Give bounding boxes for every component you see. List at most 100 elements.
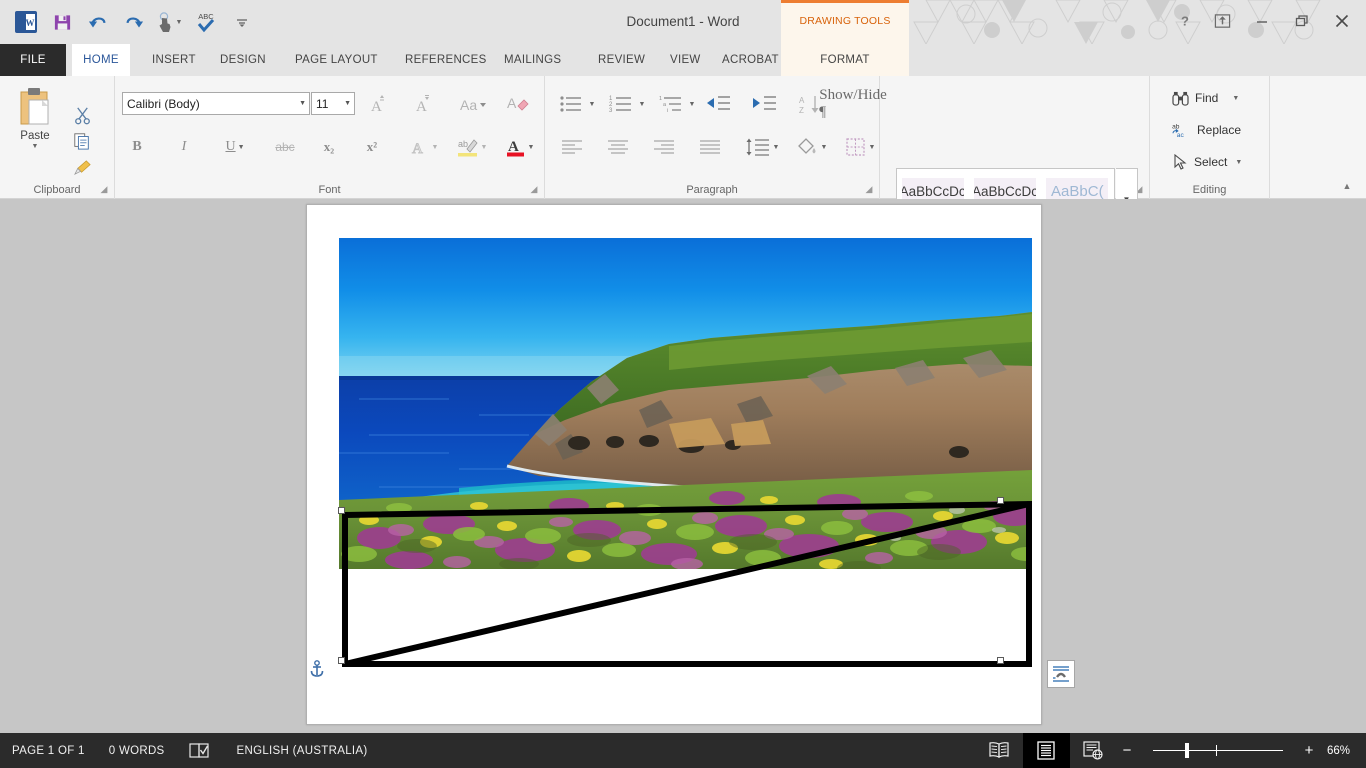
tab-review[interactable]: REVIEW: [586, 44, 657, 76]
close-icon[interactable]: [1322, 6, 1362, 36]
shrink-font-button[interactable]: A: [407, 91, 435, 116]
paste-button[interactable]: Paste ▼: [8, 82, 62, 172]
font-color-button[interactable]: A ▼: [500, 134, 540, 160]
zoom-in-button[interactable]: +: [1299, 742, 1319, 759]
chevron-down-icon[interactable]: ▼: [344, 93, 351, 114]
select-button[interactable]: Select ▼: [1168, 149, 1250, 175]
chevron-down-icon[interactable]: ▼: [689, 101, 696, 108]
document-workspace[interactable]: [0, 199, 1366, 733]
resize-handle-top-right[interactable]: [997, 497, 1004, 504]
format-painter-button[interactable]: [68, 154, 96, 180]
strikethrough-button[interactable]: abc: [269, 134, 301, 160]
align-left-button[interactable]: [555, 134, 589, 160]
word-count[interactable]: 0 WORDS: [97, 733, 177, 768]
zoom-slider[interactable]: [1143, 733, 1293, 768]
chevron-down-icon[interactable]: ▼: [821, 144, 828, 151]
save-icon[interactable]: [44, 5, 80, 39]
underline-button[interactable]: U ▼: [215, 134, 255, 160]
tab-home[interactable]: HOME: [72, 44, 130, 76]
minimize-icon[interactable]: [1242, 6, 1282, 36]
zoom-level[interactable]: 66%: [1319, 745, 1366, 757]
resize-handle-bottom-right[interactable]: [997, 657, 1004, 664]
tab-design[interactable]: DESIGN: [208, 44, 278, 76]
copy-button[interactable]: [68, 128, 96, 154]
chevron-down-icon[interactable]: ▼: [1235, 159, 1242, 166]
document-page[interactable]: [306, 204, 1042, 725]
shading-button[interactable]: ▼: [790, 134, 832, 160]
zoom-slider-thumb[interactable]: [1185, 743, 1189, 758]
font-size-input[interactable]: 11 ▼: [311, 92, 355, 115]
center-button[interactable]: [601, 134, 635, 160]
bullets-button[interactable]: ▼: [555, 91, 599, 117]
change-case-button[interactable]: Aa: [455, 91, 491, 116]
chevron-down-icon[interactable]: ▼: [639, 101, 646, 108]
replace-button[interactable]: ab ac Replace: [1168, 117, 1260, 143]
resize-handle-bottom-left[interactable]: [338, 657, 345, 664]
text-effects-button[interactable]: A ▼: [405, 134, 443, 160]
chevron-down-icon[interactable]: ▼: [528, 144, 535, 151]
subscript-button[interactable]: x₂: [314, 134, 344, 160]
page-indicator[interactable]: PAGE 1 OF 1: [0, 733, 97, 768]
tab-references[interactable]: REFERENCES: [393, 44, 499, 76]
clipboard-dialog-launcher[interactable]: ◢: [98, 183, 110, 195]
resize-handle-top-left[interactable]: [338, 507, 345, 514]
customize-quick-access-toolbar-icon[interactable]: [224, 5, 260, 39]
font-name-input[interactable]: Calibri (Body) ▼: [122, 92, 310, 115]
cut-button[interactable]: [68, 102, 96, 128]
chevron-down-icon[interactable]: ▼: [299, 93, 306, 114]
borders-button[interactable]: ▼: [839, 134, 881, 160]
chevron-down-icon[interactable]: ▼: [32, 143, 39, 150]
tab-acrobat[interactable]: ACROBAT: [710, 44, 791, 76]
undo-icon[interactable]: [80, 5, 116, 39]
view-print-layout-button[interactable]: [1023, 733, 1070, 768]
align-right-button[interactable]: [647, 134, 681, 160]
view-read-mode-button[interactable]: [976, 733, 1023, 768]
chevron-down-icon[interactable]: ▼: [238, 144, 245, 151]
tab-file[interactable]: FILE: [0, 44, 66, 76]
proofing-errors-icon[interactable]: [177, 733, 225, 768]
collapse-ribbon-button[interactable]: ▲: [1336, 176, 1358, 196]
layout-options-button[interactable]: [1047, 660, 1075, 688]
tab-mailings[interactable]: MAILINGS: [492, 44, 573, 76]
restore-down-icon[interactable]: [1282, 6, 1322, 36]
line-spacing-button[interactable]: ▼: [741, 134, 783, 160]
inserted-photo[interactable]: [339, 238, 1032, 569]
chevron-down-icon[interactable]: ▼: [869, 144, 876, 151]
group-label-paragraph: Paragraph: [545, 184, 879, 196]
clear-formatting-button[interactable]: A: [503, 91, 533, 116]
chevron-down-icon[interactable]: ▼: [773, 144, 780, 151]
increase-indent-button[interactable]: [749, 91, 781, 117]
chevron-down-icon[interactable]: ▼: [481, 144, 488, 151]
bold-button[interactable]: B: [123, 134, 151, 160]
word-app-icon[interactable]: W: [8, 5, 44, 39]
find-button[interactable]: Find ▼: [1168, 85, 1244, 111]
language-indicator[interactable]: ENGLISH (AUSTRALIA): [225, 733, 380, 768]
chevron-down-icon[interactable]: ▼: [589, 101, 596, 108]
svg-text:ab: ab: [458, 139, 468, 149]
chevron-down-icon[interactable]: ▼: [1232, 95, 1239, 102]
text-highlight-color-button[interactable]: ab ▼: [453, 134, 491, 160]
grow-font-button[interactable]: A: [362, 91, 390, 116]
decrease-indent-button[interactable]: [703, 91, 735, 117]
italic-button[interactable]: I: [170, 134, 198, 160]
justify-button[interactable]: [693, 134, 727, 160]
chevron-down-icon[interactable]: ▼: [432, 144, 439, 151]
touch-mouse-mode-icon[interactable]: ▼: [152, 5, 188, 39]
tab-page-layout[interactable]: PAGE LAYOUT: [283, 44, 390, 76]
help-question-icon[interactable]: ?: [1168, 6, 1202, 36]
redo-icon[interactable]: [116, 5, 152, 39]
tab-format[interactable]: FORMAT: [781, 44, 909, 76]
superscript-button[interactable]: x²: [357, 134, 387, 160]
show-formatting-marks-button[interactable]: Show/Hide ¶: [837, 91, 869, 117]
multilevel-list-button[interactable]: 1 a i ▼: [655, 91, 699, 117]
numbering-button[interactable]: 1 2 3 ▼: [605, 91, 649, 117]
tab-view[interactable]: VIEW: [658, 44, 713, 76]
ribbon-display-options-icon[interactable]: [1202, 6, 1242, 36]
paragraph-dialog-launcher[interactable]: ◢: [863, 183, 875, 195]
select-label: Select: [1194, 155, 1227, 169]
font-dialog-launcher[interactable]: ◢: [528, 183, 540, 195]
view-web-layout-button[interactable]: [1070, 733, 1117, 768]
zoom-out-button[interactable]: −: [1117, 742, 1137, 759]
tab-insert[interactable]: INSERT: [140, 44, 208, 76]
spelling-grammar-icon[interactable]: ABC: [188, 5, 224, 39]
